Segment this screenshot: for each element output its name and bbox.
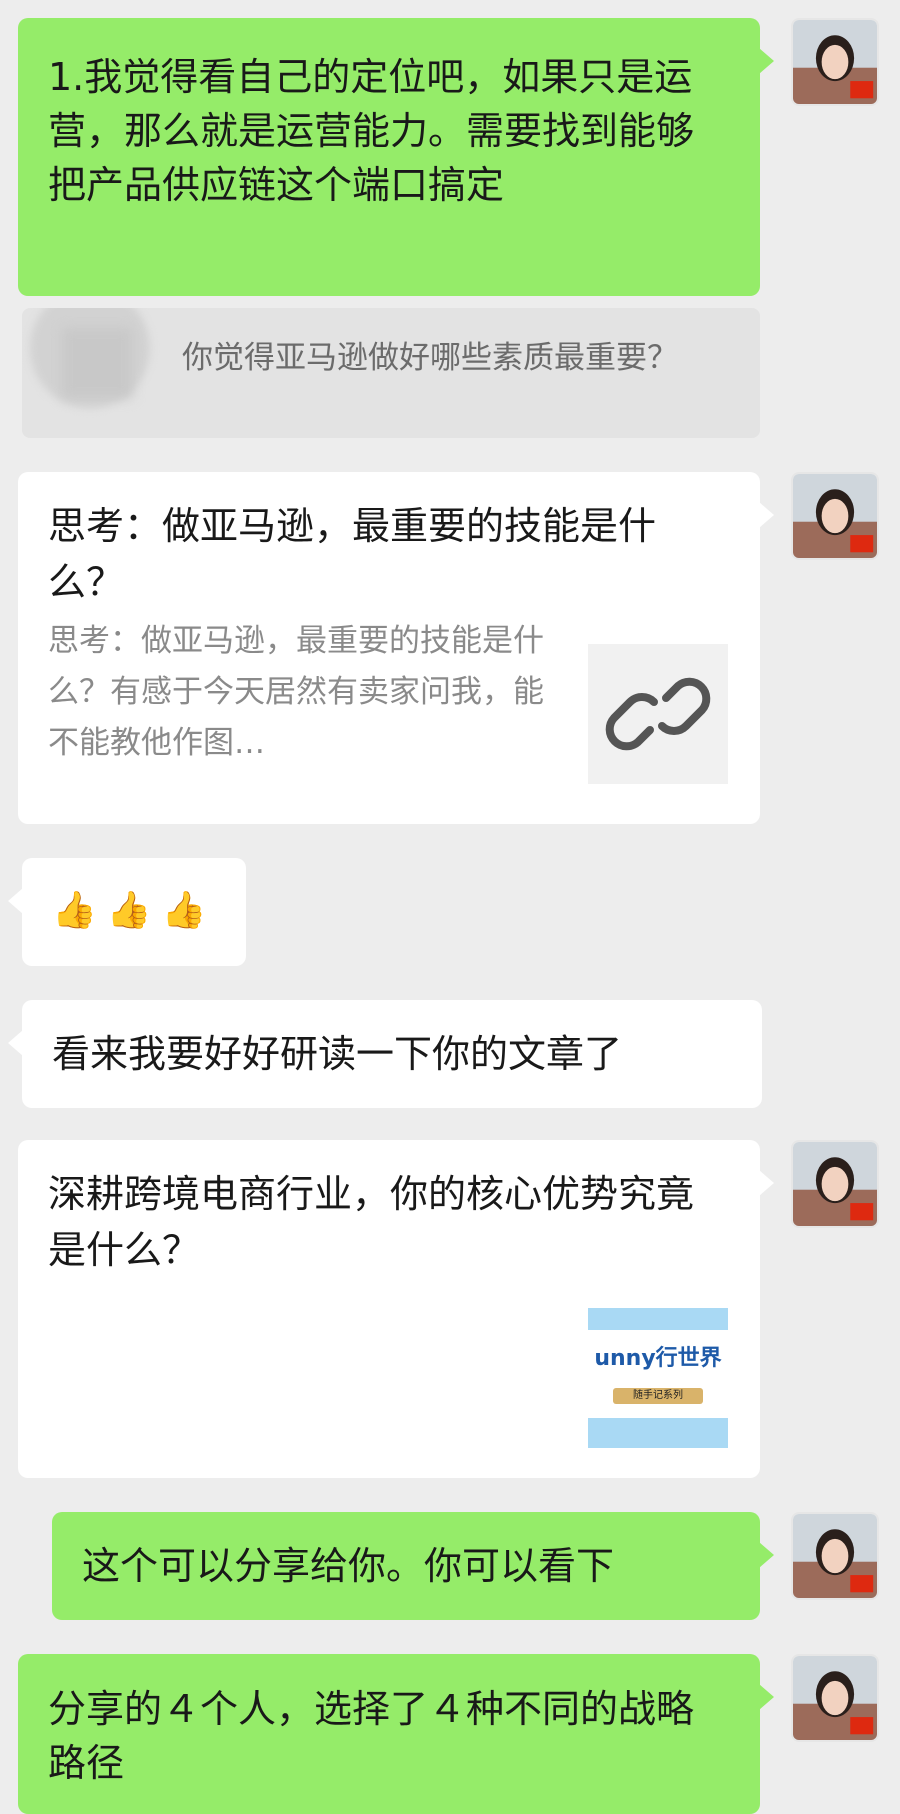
thumbs-up-icon: 👍 <box>52 890 97 931</box>
avatar-image <box>793 20 877 104</box>
message-text: 分享的４个人，选择了４种不同的战略路径 <box>48 1687 695 1785</box>
quoted-message[interactable]: 你觉得亚马逊做好哪些素质最重要？ <box>22 308 760 438</box>
thumbnail-title: unny行世界 <box>594 1346 722 1371</box>
avatar[interactable] <box>791 1654 879 1742</box>
avatar[interactable] <box>791 472 879 560</box>
message-bubble-sent[interactable]: 这个可以分享给你。你可以看下 <box>52 1512 774 1620</box>
link-card-title: 深耕跨境电商行业，你的核心优势究竟是什么？ <box>48 1172 695 1272</box>
emoji-row: 👍 👍 👍 <box>52 888 220 934</box>
link-icon <box>605 677 711 751</box>
message-bubble-received[interactable]: 看来我要好好研读一下你的文章了 <box>8 1000 762 1108</box>
avatar[interactable] <box>791 1140 879 1228</box>
avatar-image <box>793 1142 877 1226</box>
thumbnail-subtitle: 随手记系列 <box>613 1388 703 1404</box>
message-bubble-received[interactable]: 👍 👍 👍 <box>8 858 246 966</box>
link-card[interactable]: 深耕跨境电商行业，你的核心优势究竟是什么？ unny行世界 随手记系列 <box>18 1140 774 1478</box>
link-card-description: 思考：做亚马逊，最重要的技能是什么？有感于今天居然有卖家问我，能不能教他作图… <box>48 623 544 761</box>
link-card-title: 思考：做亚马逊，最重要的技能是什么？ <box>48 504 657 604</box>
link-card[interactable]: 思考：做亚马逊，最重要的技能是什么？ 思考：做亚马逊，最重要的技能是什么？有感于… <box>18 472 774 824</box>
thumbs-up-icon: 👍 <box>106 890 152 931</box>
link-thumbnail: unny行世界 随手记系列 <box>588 1308 728 1448</box>
message-text: 这个可以分享给你。你可以看下 <box>82 1544 615 1588</box>
quoted-text: 你觉得亚马逊做好哪些素质最重要？ <box>182 340 678 376</box>
avatar[interactable] <box>791 1512 879 1600</box>
avatar[interactable] <box>791 18 879 106</box>
thumbs-up-icon: 👍 <box>161 890 207 931</box>
message-bubble-sent[interactable]: 1.我觉得看自己的定位吧，如果只是运营，那么就是运营能力。需要找到能够把产品供应… <box>18 18 774 296</box>
avatar-image <box>793 474 877 558</box>
message-text: 看来我要好好研读一下你的文章了 <box>52 1032 623 1076</box>
message-text: 1.我觉得看自己的定位吧，如果只是运营，那么就是运营能力。需要找到能够把产品供应… <box>48 55 695 207</box>
avatar-image <box>793 1656 877 1740</box>
link-thumbnail <box>588 644 728 784</box>
message-bubble-sent[interactable]: 分享的４个人，选择了４种不同的战略路径 <box>18 1654 774 1814</box>
avatar-image <box>793 1514 877 1598</box>
